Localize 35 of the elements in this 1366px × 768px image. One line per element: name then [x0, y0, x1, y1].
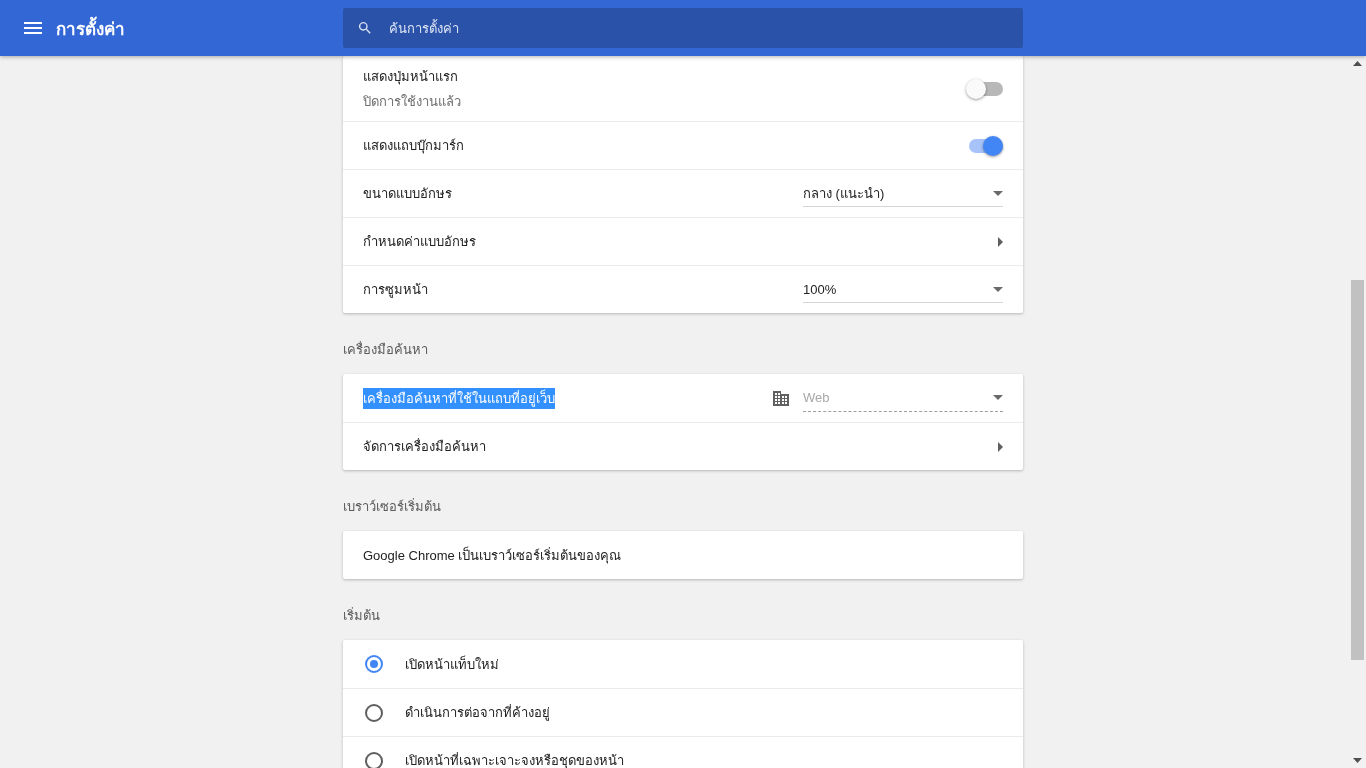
- dropdown-select[interactable]: กลาง (แนะนำ): [803, 180, 1003, 207]
- radio-button[interactable]: [365, 703, 383, 722]
- toggle-switch[interactable]: [969, 81, 1003, 96]
- building-icon: [773, 390, 789, 406]
- scroll-up-icon[interactable]: [1353, 61, 1362, 66]
- setting-label: จัดการเครื่องมือค้นหา: [363, 437, 486, 456]
- radio-button[interactable]: [365, 751, 383, 768]
- setting-label: กำหนดค่าแบบอักษร: [363, 233, 476, 251]
- setting-label: ขนาดแบบอักษร: [363, 185, 452, 203]
- dropdown-select[interactable]: 100%: [803, 276, 1003, 303]
- setting-label: แสดงปุ่มหน้าแรก: [363, 67, 458, 87]
- setting-description: ปิดการใช้งานแล้ว: [363, 92, 462, 111]
- search-icon: [357, 20, 373, 36]
- chevron-right-icon[interactable]: [998, 236, 1003, 247]
- setting-label: เครื่องมือค้นหาที่ใช้ในแถบที่อยู่เว็บ: [363, 387, 555, 409]
- toggle-switch[interactable]: [969, 138, 1003, 153]
- caret-icon: [993, 395, 1003, 400]
- setting-label: Google Chrome เป็นเบราว์เซอร์เริ่มต้นของคุณ: [363, 545, 622, 566]
- setting-label: การซูมหน้า: [363, 281, 428, 300]
- setting-label: ดำเนินการต่อจากที่ค้างอยู่: [405, 703, 550, 723]
- scroll-down-icon[interactable]: [1353, 758, 1362, 763]
- radio-button[interactable]: [365, 655, 383, 673]
- page-title: การตั้งค่า: [56, 14, 125, 42]
- section-heading: เริ่มต้น: [343, 606, 381, 625]
- caret-icon: [993, 190, 1003, 196]
- setting-label: เปิดหน้าที่เฉพาะเจาะจงหรือชุดของหน้า: [405, 751, 624, 768]
- setting-label: เปิดหน้าแท็บใหม่: [405, 654, 499, 674]
- section-heading: เครื่องมือค้นหา: [343, 340, 429, 359]
- setting-label: แสดงแถบบุ๊กมาร์ก: [363, 137, 464, 156]
- caret-icon: [993, 286, 1003, 292]
- chevron-right-icon[interactable]: [998, 441, 1003, 452]
- menu-icon[interactable]: [24, 22, 42, 34]
- scrollbar-thumb[interactable]: [1351, 280, 1364, 660]
- section-heading: เบราว์เซอร์เริ่มต้น: [343, 497, 442, 516]
- search-field[interactable]: ค้นการตั้งค่า: [343, 8, 1023, 48]
